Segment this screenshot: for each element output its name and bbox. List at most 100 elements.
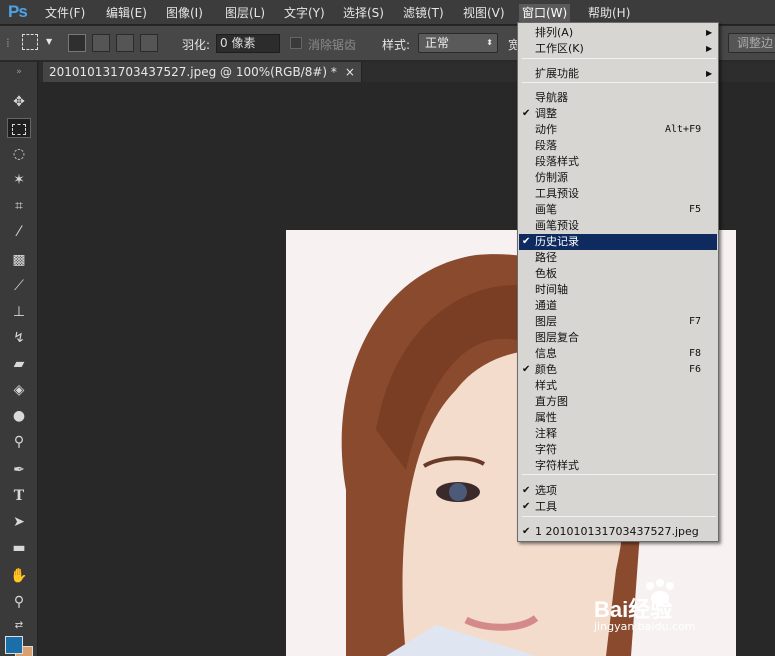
window-menu-item[interactable]: 工具预设 xyxy=(519,186,717,202)
window-menu-item-label: 颜色 xyxy=(535,363,557,376)
ps-logo: Ps xyxy=(8,2,28,21)
menu-edit[interactable]: 编辑(E) xyxy=(103,4,150,22)
checkmark-icon: ✔ xyxy=(522,108,531,119)
style-select[interactable]: 正常 ⬍ xyxy=(418,33,498,53)
menu-layer[interactable]: 图层(L) xyxy=(222,4,268,22)
checkmark-icon: ✔ xyxy=(522,526,531,537)
window-menu-item[interactable]: 图层复合 xyxy=(519,330,717,346)
window-menu-item[interactable]: ✔ 调整 xyxy=(519,106,717,122)
window-menu-item[interactable]: 通道 xyxy=(519,298,717,314)
rectangle-tool-icon[interactable]: ▬ xyxy=(7,538,31,558)
blur-tool-icon[interactable]: ● xyxy=(7,406,31,426)
document-tab[interactable]: 201010131703437527.jpeg @ 100%(RGB/8#) *… xyxy=(43,62,362,82)
window-menu-item[interactable]: 扩展功能 ▶ xyxy=(519,66,717,82)
menu-filter[interactable]: 滤镜(T) xyxy=(400,4,447,22)
window-menu-item[interactable]: 直方图 xyxy=(519,394,717,410)
window-menu-item[interactable]: 图层 F7 xyxy=(519,314,717,330)
pen-tool-icon[interactable]: ✒ xyxy=(7,460,31,480)
window-menu-item[interactable]: 信息 F8 xyxy=(519,346,717,362)
window-menu-item[interactable]: ✔ 颜色 F6 xyxy=(519,362,717,378)
collapse-icon[interactable]: » xyxy=(7,62,31,82)
antialias-checkbox[interactable] xyxy=(290,37,302,49)
crop-tool-icon[interactable]: ⌗ xyxy=(7,196,31,216)
swap-colors-icon[interactable]: ⇄ xyxy=(7,616,31,636)
window-menu-item[interactable]: 路径 xyxy=(519,250,717,266)
window-menu-item[interactable]: 排列(A) ▶ xyxy=(519,25,717,41)
window-menu-item-shortcut: F8 xyxy=(689,348,702,359)
lasso-tool-icon[interactable]: ◌ xyxy=(7,144,31,164)
window-menu-item-label: 工具预设 xyxy=(535,187,579,200)
menu-separator xyxy=(522,82,716,83)
window-menu-item[interactable]: ✔ 历史记录 xyxy=(519,234,717,250)
subtract-selection-button[interactable] xyxy=(116,34,134,52)
window-menu-item-label: 工作区(K) xyxy=(535,42,584,55)
menu-type[interactable]: 文字(Y) xyxy=(281,4,328,22)
adjust-edge-button[interactable]: 调整边 xyxy=(728,33,775,53)
antialias-label: 消除锯齿 xyxy=(308,38,357,52)
window-menu-item-label: 排列(A) xyxy=(535,26,574,39)
paint-bucket-tool-icon[interactable]: ◈ xyxy=(7,380,31,400)
zoom-tool-icon[interactable]: ⚲ xyxy=(7,592,31,612)
tools-panel: » ✥ ◌ ✶ ⌗ ⁄ ▩ ⟋ ⊥ ↯ ▰ ◈ ● ⚲ ✒ T ➤ ▬ ✋ ⚲ … xyxy=(0,62,38,656)
window-menu-item-label: 动作 xyxy=(535,123,557,136)
intersect-selection-button[interactable] xyxy=(140,34,158,52)
baidu-watermark: Bai经验 jingyan.baidu.com xyxy=(590,578,740,638)
marquee-tool-icon[interactable] xyxy=(7,118,31,138)
photoshop-window: Ps 文件(F) 编辑(E) 图像(I) 图层(L) 文字(Y) 选择(S) 滤… xyxy=(0,0,775,656)
document-tab-title: 201010131703437527.jpeg @ 100%(RGB/8#) * xyxy=(49,65,337,79)
window-menu-item-label: 调整 xyxy=(535,107,557,120)
dodge-tool-icon[interactable]: ⚲ xyxy=(7,432,31,452)
window-menu-item[interactable]: ✔ 1 201010131703437527.jpeg xyxy=(519,524,717,540)
history-brush-tool-icon[interactable]: ↯ xyxy=(7,328,31,348)
menu-select[interactable]: 选择(S) xyxy=(340,4,387,22)
brush-tool-icon[interactable]: ⟋ xyxy=(7,276,31,296)
window-menu-item[interactable]: 导航器 xyxy=(519,90,717,106)
window-menu-item[interactable]: 动作 Alt+F9 xyxy=(519,122,717,138)
menu-separator xyxy=(522,516,716,517)
new-selection-button[interactable] xyxy=(68,34,86,52)
marquee-preset-icon[interactable] xyxy=(22,34,38,50)
window-menu-item-label: 选项 xyxy=(535,484,557,497)
window-menu-item[interactable]: ✔ 工具 xyxy=(519,499,717,515)
window-menu-item[interactable]: 画笔 F5 xyxy=(519,202,717,218)
clone-stamp-tool-icon[interactable]: ⊥ xyxy=(7,302,31,322)
window-menu-item[interactable]: 工作区(K) ▶ xyxy=(519,41,717,57)
window-menu-item[interactable]: 色板 xyxy=(519,266,717,282)
chevron-down-icon[interactable]: ▼ xyxy=(46,37,52,46)
healing-brush-tool-icon[interactable]: ▩ xyxy=(7,250,31,270)
window-menu-item[interactable]: 字符样式 xyxy=(519,458,717,474)
window-menu-item[interactable]: 字符 xyxy=(519,442,717,458)
type-tool-icon[interactable]: T xyxy=(7,486,31,506)
window-menu-item[interactable]: 段落 xyxy=(519,138,717,154)
checkmark-icon: ✔ xyxy=(522,501,531,512)
path-selection-tool-icon[interactable]: ➤ xyxy=(7,512,31,532)
window-menu-item[interactable]: 属性 xyxy=(519,410,717,426)
move-tool-icon[interactable]: ✥ xyxy=(7,92,31,112)
foreground-color-swatch[interactable] xyxy=(5,636,23,654)
add-selection-button[interactable] xyxy=(92,34,110,52)
window-menu-item-shortcut: Alt+F9 xyxy=(665,124,702,135)
window-menu-item[interactable]: 仿制源 xyxy=(519,170,717,186)
feather-input[interactable]: 0 像素 xyxy=(216,34,280,53)
window-menu-item[interactable]: 注释 xyxy=(519,426,717,442)
window-menu-item[interactable]: 段落样式 xyxy=(519,154,717,170)
hand-tool-icon[interactable]: ✋ xyxy=(7,566,31,586)
menu-view[interactable]: 视图(V) xyxy=(460,4,508,22)
menu-help[interactable]: 帮助(H) xyxy=(585,4,633,22)
window-menu-item-label: 样式 xyxy=(535,379,557,392)
submenu-arrow-icon: ▶ xyxy=(706,69,713,78)
menu-image[interactable]: 图像(I) xyxy=(163,4,206,22)
close-tab-icon[interactable]: × xyxy=(345,65,355,79)
menu-file[interactable]: 文件(F) xyxy=(42,4,88,22)
window-menu-item[interactable]: ✔ 选项 xyxy=(519,483,717,499)
window-menu-item[interactable]: 画笔预设 xyxy=(519,218,717,234)
window-menu-item-label: 1 201010131703437527.jpeg xyxy=(535,525,699,538)
window-menu-item-label: 画笔 xyxy=(535,203,557,216)
window-menu-item[interactable]: 样式 xyxy=(519,378,717,394)
window-menu-item[interactable]: 时间轴 xyxy=(519,282,717,298)
submenu-arrow-icon: ▶ xyxy=(706,44,713,53)
menu-window[interactable]: 窗口(W) xyxy=(519,4,571,22)
eyedropper-tool-icon[interactable]: ⁄ xyxy=(7,222,31,242)
eraser-tool-icon[interactable]: ▰ xyxy=(7,354,31,374)
magic-wand-tool-icon[interactable]: ✶ xyxy=(7,170,31,190)
